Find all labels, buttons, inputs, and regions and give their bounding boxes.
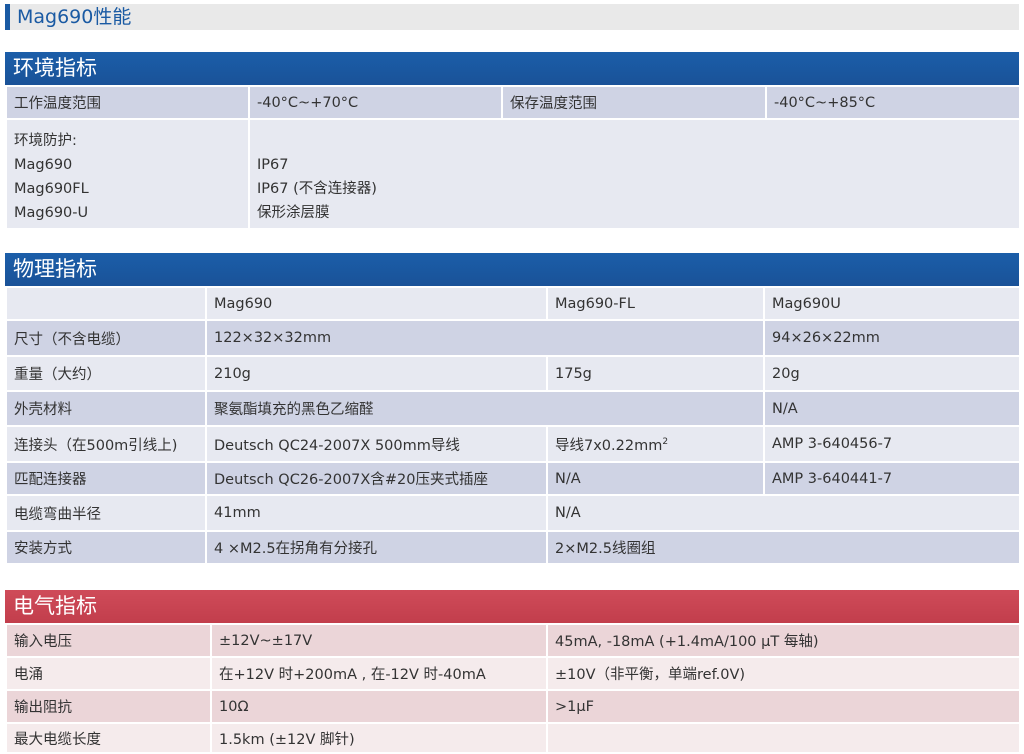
cell-max-cable-length: 1.5km (±12V 脚针) bbox=[210, 722, 548, 754]
cell-operating-temp-value: -40°C~+70°C bbox=[248, 85, 503, 120]
electrical-header: 电气指标 bbox=[5, 590, 1019, 623]
row-label-mounting: 安装方式 bbox=[5, 530, 207, 565]
protection-value: IP67 (不含连接器) bbox=[257, 181, 377, 197]
page-title-text: Mag690性能 bbox=[17, 6, 132, 28]
cell-mounting-other: 2×M2.5线圈组 bbox=[546, 530, 1021, 565]
cell-input-voltage-value: ±12V~±17V bbox=[210, 623, 548, 658]
row-label-input-voltage: 输入电压 bbox=[5, 623, 212, 658]
protection-model: Mag690 bbox=[14, 157, 73, 173]
column-header-mag690-fl: Mag690-FL bbox=[546, 286, 765, 321]
table-row: Mag690 Mag690-FL Mag690U bbox=[5, 286, 1021, 321]
cell-mating-mag690u: AMP 3-640441-7 bbox=[763, 461, 1021, 496]
cell-protection-values: IP67 IP67 (不含连接器) 保形涂层膜 bbox=[248, 118, 1021, 230]
cell-size-mag690: 122×32×32mm bbox=[205, 319, 765, 357]
column-header-mag690u: Mag690U bbox=[763, 286, 1021, 321]
cell-size-mag690u: 94×26×22mm bbox=[763, 319, 1021, 357]
protection-value: IP67 bbox=[257, 157, 289, 173]
table-row: 最大电缆长度 1.5km (±12V 脚针) bbox=[5, 722, 1021, 754]
cell-housing-mag690u: N/A bbox=[763, 390, 1021, 427]
protection-model: Mag690FL bbox=[14, 181, 89, 197]
table-row: 安装方式 4 ×M2.5在拐角有分接孔 2×M2.5线圈组 bbox=[5, 530, 1021, 565]
table-row: 匹配连接器 Deutsch QC26-2007X含#20压夹式插座 N/A AM… bbox=[5, 461, 1021, 496]
row-label-size: 尺寸（不含电缆） bbox=[5, 319, 207, 357]
cell-protection-labels: 环境防护: Mag690 Mag690FL Mag690-U bbox=[5, 118, 250, 230]
cell-surge-current: 在+12V 时+200mA , 在-12V 时-40mA bbox=[210, 656, 548, 691]
protection-label: 环境防护: bbox=[14, 133, 77, 149]
row-label-mating: 匹配连接器 bbox=[5, 461, 207, 496]
column-header-mag690: Mag690 bbox=[205, 286, 548, 321]
environment-header: 环境指标 bbox=[5, 52, 1019, 85]
title-accent-bar bbox=[5, 4, 10, 30]
physical-header: 物理指标 bbox=[5, 253, 1019, 286]
row-label-bend-radius: 电缆弯曲半径 bbox=[5, 494, 207, 532]
table-row: 连接头（在500m引线上) Deutsch QC24-2007X 500mm导线… bbox=[5, 425, 1021, 463]
cell-storage-temp-label: 保存温度范围 bbox=[501, 85, 767, 120]
row-label-connector: 连接头（在500m引线上) bbox=[5, 425, 207, 463]
cell-connector-mag690-fl: 导线7x0.22mm2 bbox=[546, 425, 765, 463]
cell-weight-mag690u: 20g bbox=[763, 355, 1021, 392]
cell-bend-other: N/A bbox=[546, 494, 1021, 532]
protection-model: Mag690-U bbox=[14, 205, 89, 221]
cell-weight-mag690: 210g bbox=[205, 355, 548, 392]
table-row: 电涌 在+12V 时+200mA , 在-12V 时-40mA ±10V（非平衡… bbox=[5, 656, 1021, 691]
cell-surge-voltage: ±10V（非平衡，单端ref.0V) bbox=[546, 656, 1021, 691]
page-title: Mag690性能 bbox=[5, 4, 1019, 30]
protection-value: 保形涂层膜 bbox=[257, 205, 330, 221]
table-row: 输出阻抗 10Ω >1µF bbox=[5, 689, 1021, 724]
cell-connector-mag690u: AMP 3-640456-7 bbox=[763, 425, 1021, 463]
row-label-max-cable-length: 最大电缆长度 bbox=[5, 722, 212, 754]
cell-bend-mag690: 41mm bbox=[205, 494, 548, 532]
table-row: 电缆弯曲半径 41mm N/A bbox=[5, 494, 1021, 532]
cell-weight-mag690-fl: 175g bbox=[546, 355, 765, 392]
connector-wire-text: 导线7x0.22mm bbox=[555, 437, 663, 454]
table-row: 环境防护: Mag690 Mag690FL Mag690-U IP67 IP67… bbox=[5, 118, 1021, 230]
cell-storage-temp-value: -40°C~+85°C bbox=[765, 85, 1021, 120]
row-label-output-impedance: 输出阻抗 bbox=[5, 689, 212, 724]
electrical-table: 输入电压 ±12V~±17V 45mA, -18mA (+1.4mA/100 µ… bbox=[5, 623, 1021, 754]
physical-table: Mag690 Mag690-FL Mag690U 尺寸（不含电缆） 122×32… bbox=[5, 286, 1021, 565]
table-row: 外壳材料 聚氨酯填充的黑色乙缩醛 N/A bbox=[5, 390, 1021, 427]
superscript-2: 2 bbox=[662, 436, 669, 447]
cell-mating-mag690-fl: N/A bbox=[546, 461, 765, 496]
cell-output-capacitance: >1µF bbox=[546, 689, 1021, 724]
cell-operating-temp-label: 工作温度范围 bbox=[5, 85, 250, 120]
table-row: 输入电压 ±12V~±17V 45mA, -18mA (+1.4mA/100 µ… bbox=[5, 623, 1021, 658]
row-label-surge: 电涌 bbox=[5, 656, 212, 691]
table-row: 重量（大约） 210g 175g 20g bbox=[5, 355, 1021, 392]
environment-table: 工作温度范围 -40°C~+70°C 保存温度范围 -40°C~+85°C 环境… bbox=[5, 85, 1021, 230]
cell-mating-mag690: Deutsch QC26-2007X含#20压夹式插座 bbox=[205, 461, 548, 496]
cell-connector-mag690: Deutsch QC24-2007X 500mm导线 bbox=[205, 425, 548, 463]
cell-empty bbox=[5, 286, 207, 321]
cell-mounting-mag690: 4 ×M2.5在拐角有分接孔 bbox=[205, 530, 548, 565]
table-row: 工作温度范围 -40°C~+70°C 保存温度范围 -40°C~+85°C bbox=[5, 85, 1021, 120]
cell-empty bbox=[546, 722, 1021, 754]
cell-input-current-value: 45mA, -18mA (+1.4mA/100 µT 每轴) bbox=[546, 623, 1021, 658]
row-label-housing: 外壳材料 bbox=[5, 390, 207, 427]
row-label-weight: 重量（大约） bbox=[5, 355, 207, 392]
cell-housing-material: 聚氨酯填充的黑色乙缩醛 bbox=[205, 390, 765, 427]
cell-output-impedance: 10Ω bbox=[210, 689, 548, 724]
table-row: 尺寸（不含电缆） 122×32×32mm 94×26×22mm bbox=[5, 319, 1021, 357]
